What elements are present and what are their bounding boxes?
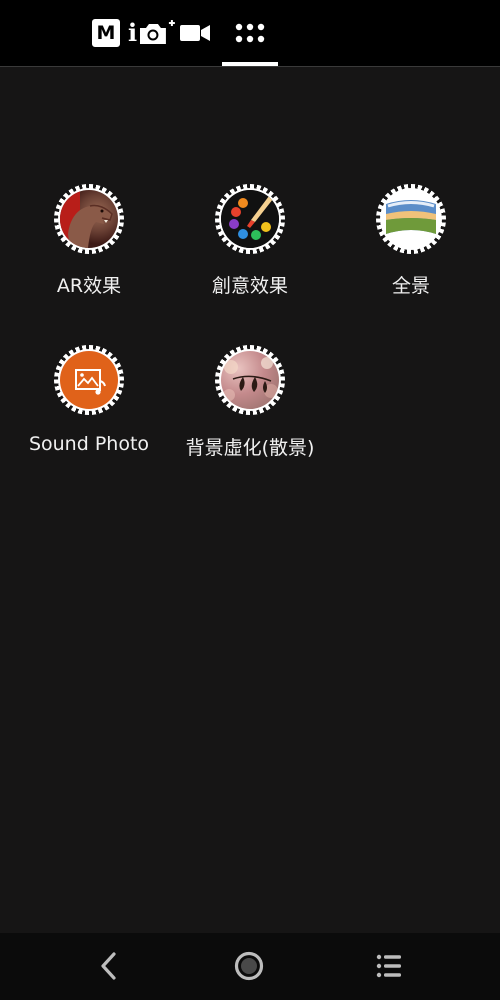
menu-list-icon xyxy=(376,954,401,978)
panorama-item[interactable]: 全景 xyxy=(331,184,491,304)
bokeh-leaves-icon xyxy=(221,351,279,409)
video-mode-button[interactable] xyxy=(178,16,212,50)
paint-palette-icon xyxy=(221,190,279,248)
scalloped-frame xyxy=(215,345,285,415)
dinosaur-icon xyxy=(60,190,118,248)
system-navigation-bar xyxy=(0,933,500,1000)
ar-effect-item[interactable]: AR效果 xyxy=(9,184,169,304)
ar-effect-label: AR效果 xyxy=(56,275,122,297)
creative-effect-label: 創意效果 xyxy=(211,275,288,297)
camera-mode-bar: M i xyxy=(0,0,500,67)
manual-mode-button[interactable]: M xyxy=(92,16,120,50)
recent-apps-button[interactable] xyxy=(369,948,409,984)
bokeh-item[interactable]: 背景虛化(散景) xyxy=(170,345,330,465)
video-camera-icon xyxy=(180,25,210,41)
bokeh-label: 背景虛化(散景) xyxy=(185,437,315,459)
more-modes-button[interactable] xyxy=(232,16,268,50)
selected-tab-indicator xyxy=(222,62,278,66)
manual-mode-icon: M xyxy=(92,19,120,47)
sound-photo-item[interactable]: Sound Photo xyxy=(9,345,169,465)
effects-grid: AR效果 創意效果 全景 Sound Photo 背景虛化(散景) xyxy=(0,67,500,933)
back-button[interactable] xyxy=(89,948,129,984)
scalloped-frame xyxy=(54,184,124,254)
scalloped-frame xyxy=(376,184,446,254)
creative-effect-item[interactable]: 創意效果 xyxy=(170,184,330,304)
sound-photo-icon xyxy=(60,351,118,409)
dots-grid-icon xyxy=(235,23,265,43)
scalloped-frame xyxy=(54,345,124,415)
home-circle-icon xyxy=(234,951,264,981)
scalloped-frame xyxy=(215,184,285,254)
back-chevron-icon xyxy=(101,952,116,980)
panorama-landscape-icon xyxy=(382,190,440,248)
camera-plus-icon xyxy=(140,20,176,44)
smart-photo-plus-button[interactable]: i xyxy=(128,16,176,50)
panorama-label: 全景 xyxy=(391,275,430,297)
sound-photo-label: Sound Photo xyxy=(28,433,150,455)
home-button[interactable] xyxy=(229,948,269,984)
